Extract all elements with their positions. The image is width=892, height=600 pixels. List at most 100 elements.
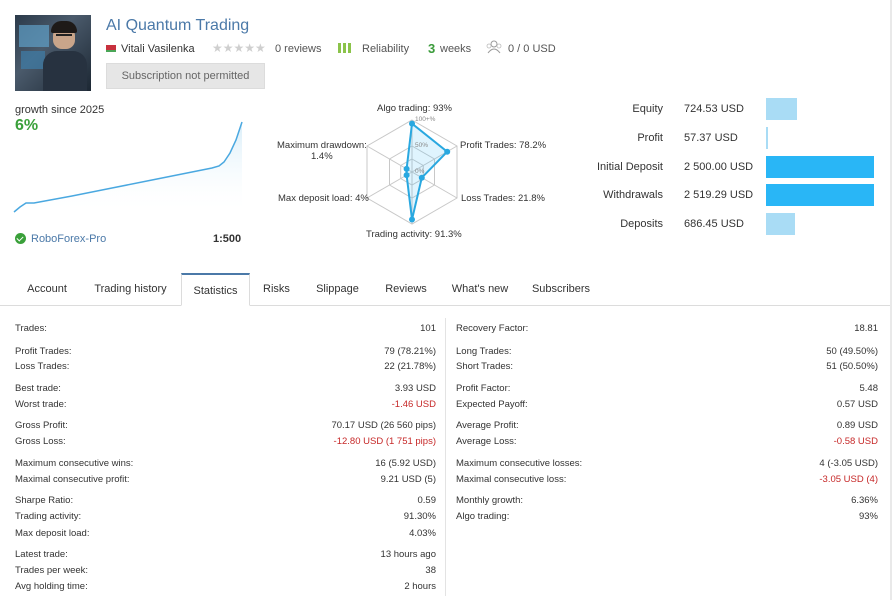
radar-point-3	[409, 216, 415, 223]
radar-label-drawdown: Maximum drawdown:	[277, 140, 367, 151]
radar-point-4	[403, 172, 410, 179]
finance-value-4: 686.45 USD	[684, 218, 744, 230]
stat-label: Maximum consecutive losses:	[456, 458, 583, 469]
leverage-value: 1:500	[213, 233, 242, 245]
stat-value: 22 (21.78%)	[384, 361, 436, 372]
stat-value: 79 (78.21%)	[384, 346, 436, 357]
author-avatar[interactable]	[15, 15, 91, 91]
finance-bar-3	[766, 184, 874, 206]
stat-label: Short Trades:	[456, 361, 514, 372]
radar-ring-0: 0%	[415, 168, 425, 175]
radar-point-2	[418, 174, 425, 181]
finance-bar-4	[766, 213, 795, 235]
stat-value: 50 (49.50%)	[826, 346, 878, 357]
stat-value: 0.89 USD	[836, 420, 878, 431]
reviews-link[interactable]: 0 reviews	[275, 43, 321, 55]
stat-label: Maximal consecutive profit:	[15, 474, 130, 485]
radar-label-load: Max deposit load: 4%	[278, 193, 369, 204]
stat-value: 0.57 USD	[836, 399, 878, 410]
stat-label: Latest trade:	[15, 549, 68, 560]
finance-value-1: 57.37 USD	[684, 132, 738, 144]
stat-value: 13 hours ago	[380, 549, 436, 560]
rating-stars-icon: ★★★★★	[212, 41, 266, 55]
stat-label: Sharpe Ratio:	[15, 495, 74, 506]
stat-label: Recovery Factor:	[456, 323, 529, 334]
finance-value-0: 724.53 USD	[684, 103, 744, 115]
stat-label: Long Trades:	[456, 346, 512, 357]
stat-label: Trading activity:	[15, 511, 82, 522]
radar-label-profit: Profit Trades: 78.2%	[460, 140, 547, 151]
tab-reviews[interactable]: Reviews	[372, 273, 440, 306]
author-name[interactable]: Vitali Vasilenka	[121, 43, 195, 55]
stat-label: Profit Trades:	[15, 346, 72, 357]
stat-value: 70.17 USD (26 560 pips)	[331, 420, 436, 431]
subscribe-button[interactable]: Subscription not permitted	[106, 63, 265, 89]
radar-label-activity: Trading activity: 91.3%	[366, 229, 462, 240]
stat-value: 9.21 USD (5)	[380, 474, 436, 485]
stat-label: Worst trade:	[15, 399, 67, 410]
finance-label-3: Withdrawals	[603, 189, 663, 201]
finance-bar-2	[766, 156, 874, 178]
radar-ring-50: 50%	[415, 142, 429, 149]
stat-value: 38	[425, 565, 436, 576]
radar-ring-100: 100+%	[415, 116, 436, 123]
subscribers-count: 0 / 0 USD	[508, 43, 556, 55]
stat-value: 4.03%	[409, 528, 436, 539]
stat-label: Trades:	[15, 323, 47, 334]
tab-account[interactable]: Account	[14, 273, 80, 306]
finance-label-0: Equity	[632, 103, 663, 115]
stat-value: 5.48	[859, 383, 879, 394]
stat-label: Gross Profit:	[15, 420, 68, 431]
stat-label: Maximum consecutive wins:	[15, 458, 134, 469]
radar-label-drawdown-value: 1.4%	[311, 151, 333, 162]
radar-polygon	[405, 121, 449, 220]
finance-label-1: Profit	[637, 132, 663, 144]
stat-label: Expected Payoff:	[456, 399, 528, 410]
tab-subscribers[interactable]: Subscribers	[520, 273, 602, 306]
reliability-bars-icon	[338, 43, 352, 53]
radar-label-loss: Loss Trades: 21.8%	[461, 193, 545, 204]
stat-value: -3.05 USD (4)	[819, 474, 878, 485]
stat-value: 2 hours	[404, 581, 436, 592]
finance-value-2: 2 500.00 USD	[684, 161, 754, 173]
stat-label: Monthly growth:	[456, 495, 524, 506]
stat-value: 6.36%	[851, 495, 878, 506]
growth-chart[interactable]	[12, 115, 244, 215]
stat-label: Max deposit load:	[15, 528, 90, 539]
stat-label: Trades per week:	[15, 565, 89, 576]
stat-value: 101	[420, 323, 436, 334]
stat-value: -12.80 USD (1 751 pips)	[333, 436, 436, 447]
radar-point-5	[403, 165, 410, 172]
verified-check-icon	[15, 233, 26, 244]
stat-value: 51 (50.50%)	[826, 361, 878, 372]
tab-trading-history[interactable]: Trading history	[80, 273, 181, 306]
stat-label: Maximal consecutive loss:	[456, 474, 567, 485]
stat-label: Average Loss:	[456, 436, 517, 447]
tab-what-s-new[interactable]: What's new	[440, 273, 520, 306]
stat-value: 4 (-3.05 USD)	[819, 458, 878, 469]
stat-label: Average Profit:	[456, 420, 519, 431]
finance-label-4: Deposits	[620, 218, 663, 230]
stat-label: Loss Trades:	[15, 361, 70, 372]
stat-label: Best trade:	[15, 383, 61, 394]
stat-value: 91.30%	[403, 511, 436, 522]
signal-title[interactable]: AI Quantum Trading	[106, 17, 249, 35]
subscribers-icon	[486, 40, 502, 54]
stat-label: Algo trading:	[456, 511, 510, 522]
stat-label: Gross Loss:	[15, 436, 66, 447]
stat-value: 3.93 USD	[394, 383, 436, 394]
finance-value-3: 2 519.29 USD	[684, 189, 754, 201]
stat-value: -0.58 USD	[833, 436, 878, 447]
tab-statistics[interactable]: Statistics	[181, 273, 250, 306]
stats-column-divider	[445, 318, 446, 596]
stat-value: 16 (5.92 USD)	[375, 458, 436, 469]
stat-value: 0.59	[417, 495, 437, 506]
weeks-count: 3	[428, 41, 436, 56]
tab-slippage[interactable]: Slippage	[303, 273, 372, 306]
finance-bar-1	[766, 127, 768, 149]
broker-link[interactable]: RoboForex-Pro	[31, 233, 106, 245]
country-flag-icon	[106, 45, 116, 52]
stat-value: 18.81	[854, 323, 878, 334]
reliability-label: Reliability	[362, 43, 410, 55]
tab-risks[interactable]: Risks	[250, 273, 303, 306]
